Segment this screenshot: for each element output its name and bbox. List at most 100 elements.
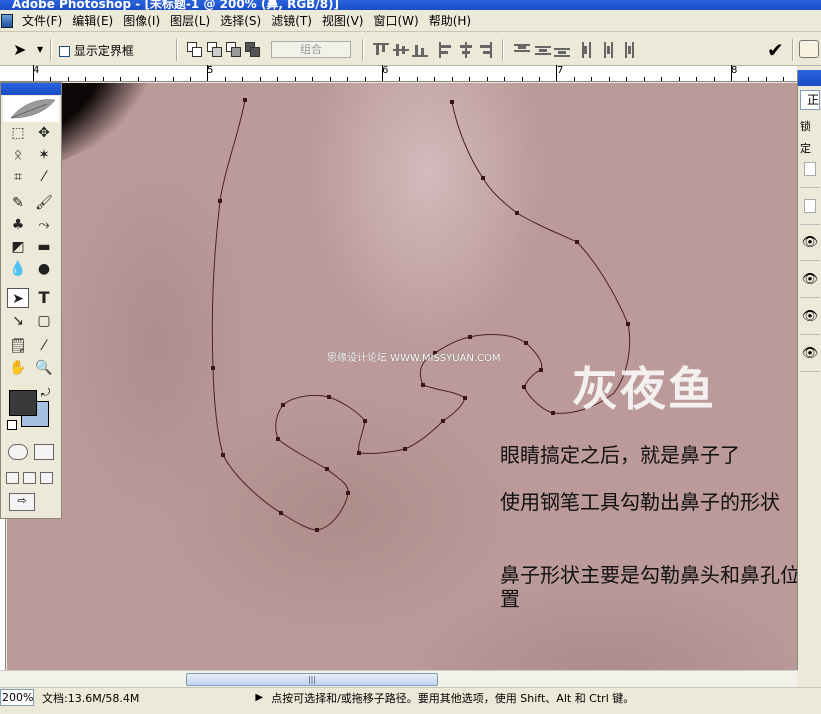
path-anchor-point[interactable] (325, 467, 329, 471)
path-anchor-point[interactable] (403, 447, 407, 451)
swap-colors-icon[interactable]: ⤾ (41, 386, 50, 400)
clone-stamp-icon[interactable]: ♣ (7, 215, 29, 235)
jump-to-imageready-icon[interactable]: ⇨ (9, 493, 35, 511)
quick-mask-mode-button[interactable] (34, 444, 54, 460)
distribute-vertical-centers-icon[interactable] (535, 42, 551, 58)
eye-icon[interactable]: 👁 (800, 299, 820, 335)
align-horizontal-centers-icon[interactable] (458, 42, 474, 58)
align-vertical-centers-icon[interactable] (393, 42, 409, 58)
document-canvas[interactable]: 思缘设计论坛 WWW.MISSYUAN.COM 灰夜鱼 眼睛搞定之后，就是鼻子了… (7, 83, 797, 670)
chevron-down-icon[interactable]: ▼ (37, 45, 43, 54)
align-left-edges-icon[interactable] (438, 42, 454, 58)
distribute-left-edges-icon[interactable] (580, 42, 596, 58)
menu-view[interactable]: 视图(V) (317, 10, 369, 32)
lasso-tool-icon[interactable]: ᛟ (7, 145, 29, 165)
path-anchor-point[interactable] (363, 419, 367, 423)
path-anchor-point[interactable] (551, 411, 555, 415)
notes-tool-icon[interactable]: 🗒 (7, 336, 29, 356)
align-right-edges-icon[interactable] (477, 42, 493, 58)
path-anchor-point[interactable] (243, 98, 247, 102)
brush-tool-icon[interactable]: 🖌 (33, 193, 55, 213)
menu-window[interactable]: 窗口(W) (368, 10, 423, 32)
layer-row[interactable] (800, 152, 820, 188)
path-anchor-point[interactable] (626, 322, 630, 326)
path-anchor-point[interactable] (276, 437, 280, 441)
distribute-top-edges-icon[interactable] (514, 42, 530, 58)
pen-tool-icon[interactable]: ↘ (7, 311, 29, 331)
shape-tool-icon[interactable]: ▢ (33, 311, 55, 331)
path-anchor-point[interactable] (441, 419, 445, 423)
standard-mode-button[interactable] (8, 444, 28, 460)
path-anchor-point[interactable] (421, 383, 425, 387)
path-anchor-point[interactable] (539, 368, 543, 372)
layer-visibility-empty[interactable] (804, 162, 816, 176)
show-bounding-box-checkbox[interactable] (59, 46, 70, 57)
eraser-tool-icon[interactable]: ◩ (7, 237, 29, 257)
menu-image[interactable]: 图像(I) (118, 10, 165, 32)
toolbox-title-bar[interactable] (1, 83, 61, 95)
default-colors-icon[interactable] (7, 420, 17, 430)
intersect-shape-areas-icon[interactable] (226, 42, 242, 58)
blur-tool-icon[interactable]: 💧 (7, 259, 29, 279)
path-anchor-point[interactable] (221, 453, 225, 457)
path-anchor-point[interactable] (346, 491, 350, 495)
dodge-tool-icon[interactable]: ● (33, 259, 55, 279)
path-anchor-point[interactable] (327, 395, 331, 399)
path-anchor-point[interactable] (211, 366, 215, 370)
path-anchor-point[interactable] (450, 100, 454, 104)
path-selection-tool-preset-icon[interactable]: ➤ (13, 40, 26, 59)
menu-filter[interactable]: 滤镜(T) (266, 10, 317, 32)
align-bottom-edges-icon[interactable] (412, 42, 428, 58)
exclude-overlapping-areas-icon[interactable] (245, 42, 261, 58)
menu-select[interactable]: 选择(S) (215, 10, 266, 32)
path-selection-tool-icon[interactable]: ➤ (7, 288, 29, 308)
document-size[interactable]: 文档:13.6M/58.4M (42, 690, 139, 706)
layer-visibility-empty[interactable] (804, 199, 816, 213)
slice-tool-icon[interactable]: ⁄ (33, 167, 55, 187)
path-anchor-point[interactable] (575, 240, 579, 244)
path-anchor-point[interactable] (218, 199, 222, 203)
full-screen-mode-button[interactable] (40, 472, 53, 484)
align-top-edges-icon[interactable] (373, 42, 389, 58)
path-anchor-point[interactable] (463, 396, 467, 400)
menu-file[interactable]: 文件(F) (17, 10, 67, 32)
distribute-right-edges-icon[interactable] (619, 42, 635, 58)
path-anchor-point[interactable] (481, 176, 485, 180)
subtract-shape-area-icon[interactable] (207, 42, 223, 58)
combine-button[interactable]: 组合 (271, 41, 351, 58)
horizontal-scrollbar[interactable]: ||| (0, 670, 797, 687)
gradient-tool-icon[interactable]: ▬ (33, 237, 55, 257)
menu-layer[interactable]: 图层(L) (165, 10, 215, 32)
path-anchor-point[interactable] (522, 385, 526, 389)
path-anchor-point[interactable] (524, 341, 528, 345)
add-to-shape-area-icon[interactable] (187, 42, 203, 58)
path-anchor-point[interactable] (315, 528, 319, 532)
path-anchor-point[interactable] (468, 335, 472, 339)
path-anchor-point[interactable] (357, 451, 361, 455)
eye-icon[interactable]: 👁 (800, 225, 820, 261)
check-icon[interactable]: ✔ (767, 38, 784, 62)
healing-brush-icon[interactable]: ✎ (7, 193, 29, 213)
history-brush-icon[interactable]: ⤳ (33, 215, 55, 235)
marquee-tool-icon[interactable]: ⬚ (7, 123, 29, 143)
menu-help[interactable]: 帮助(H) (424, 10, 476, 32)
status-menu-arrow-icon[interactable]: ▶ (255, 692, 263, 703)
scrollbar-thumb[interactable]: ||| (186, 673, 438, 686)
eye-icon[interactable]: 👁 (800, 336, 820, 372)
move-tool-icon[interactable]: ✥ (33, 123, 55, 143)
distribute-bottom-edges-icon[interactable] (554, 42, 570, 58)
magic-wand-icon[interactable]: ✶ (33, 145, 55, 165)
layers-panel-title-bar[interactable] (798, 70, 821, 86)
zoom-tool-icon[interactable]: 🔍 (33, 358, 55, 378)
type-tool-icon[interactable]: T (33, 288, 55, 308)
foreground-color-swatch[interactable] (9, 390, 37, 416)
standard-screen-mode-button[interactable] (6, 472, 19, 484)
path-anchor-point[interactable] (281, 403, 285, 407)
show-bounding-box-option[interactable]: 显示定界框 (59, 42, 134, 59)
path-anchor-point[interactable] (515, 211, 519, 215)
folder-icon[interactable] (799, 40, 819, 58)
eye-icon[interactable]: 👁 (800, 262, 820, 298)
menu-edit[interactable]: 编辑(E) (67, 10, 118, 32)
distribute-horizontal-centers-icon[interactable] (600, 42, 616, 58)
photoshop-logo-icon[interactable] (1, 13, 13, 28)
